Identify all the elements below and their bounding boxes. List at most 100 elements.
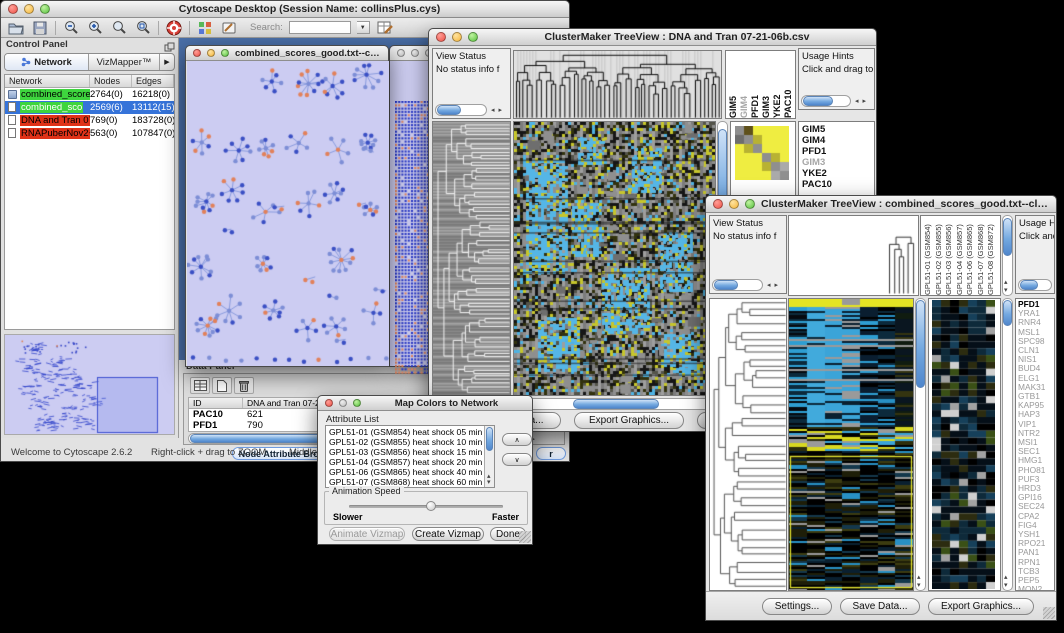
attribute-item[interactable]: GPL51-03 (GSM856) heat shock 15 min: [327, 447, 483, 457]
minimize-button[interactable]: [339, 399, 347, 407]
zoom-out-icon[interactable]: [62, 20, 80, 36]
column-label[interactable]: GPL51-02 (GSM855): [934, 216, 945, 295]
attribute-item[interactable]: GPL51-04 (GSM857) heat shock 20 min: [327, 457, 483, 467]
slider-thumb[interactable]: [426, 501, 436, 511]
tv1-yellow-matrix[interactable]: [735, 126, 789, 180]
close-button[interactable]: [8, 4, 18, 14]
row-label[interactable]: PAC10: [802, 179, 874, 190]
network-row[interactable]: DNA and Tran 07 769(0) 183728(0): [5, 114, 174, 127]
help-lifering-icon[interactable]: [165, 20, 183, 36]
save-data-button[interactable]: Save Data...: [840, 598, 920, 615]
delete-attribute-icon[interactable]: [234, 377, 254, 394]
network-canvas-area[interactable]: [187, 61, 387, 365]
attribute-item[interactable]: GPL51-01 (GSM854) heat shock 05 min: [327, 427, 483, 437]
zoom-button[interactable]: [353, 399, 361, 407]
main-titlebar[interactable]: Cytoscape Desktop (Session Name: collins…: [1, 1, 569, 18]
create-vizmap-button[interactable]: Create Vizmap: [412, 527, 484, 541]
column-label[interactable]: PFD1: [750, 51, 761, 118]
column-label[interactable]: GPL51-07 (GSM868): [976, 216, 987, 295]
animation-speed-slider[interactable]: [349, 505, 503, 508]
dialog-titlebar[interactable]: Map Colors to Network: [318, 396, 532, 411]
column-label[interactable]: GPL51-01 (GSM854): [923, 216, 934, 295]
tv1-column-dendrogram[interactable]: [513, 50, 722, 119]
treeview1-titlebar[interactable]: ClusterMaker TreeView : DNA and Tran 07-…: [429, 29, 876, 46]
network-row[interactable]: combined_sco 2569(6) 13112(15): [5, 101, 174, 114]
attribute-item[interactable]: GPL51-06 (GSM865) heat shock 40 min: [327, 467, 483, 477]
column-label[interactable]: YKE2: [772, 51, 783, 118]
row-label[interactable]: GIM5: [802, 124, 874, 135]
column-label[interactable]: GPL51-06 (GSM865): [965, 216, 976, 295]
treeview2-titlebar[interactable]: ClusterMaker TreeView : combined_scores_…: [706, 196, 1056, 213]
row-label[interactable]: GIM3: [802, 157, 874, 168]
tv2-status-hscrollbar[interactable]: ◂ ▸: [712, 279, 784, 291]
search-input[interactable]: [289, 21, 351, 34]
export-graphics-button[interactable]: Export Graphics...: [928, 598, 1034, 615]
column-label[interactable]: GIM5: [728, 51, 739, 118]
zoom-button[interactable]: [745, 199, 755, 209]
attribute-list-vscrollbar[interactable]: ▴▾: [484, 426, 494, 487]
attribute-item[interactable]: GPL51-02 (GSM855) heat shock 10 min: [327, 437, 483, 447]
birdseye-view[interactable]: [4, 334, 175, 435]
tv2-zoom-heatmap[interactable]: [932, 300, 995, 589]
save-session-icon[interactable]: [31, 20, 49, 36]
row-label[interactable]: PFD1: [802, 146, 874, 157]
network-list-header[interactable]: Network Nodes Edges: [5, 75, 174, 88]
tv2-row-dendrogram[interactable]: [709, 298, 787, 591]
minimize-button[interactable]: [207, 49, 215, 57]
resize-grip[interactable]: [1043, 607, 1055, 619]
zoom-button[interactable]: [468, 32, 478, 42]
network-row[interactable]: RNAPuberNov2+ 563(0) 107847(0): [5, 127, 174, 140]
attribute-editor-icon[interactable]: [376, 20, 394, 36]
annotation-icon[interactable]: [220, 20, 238, 36]
settings-button[interactable]: Settings...: [762, 598, 832, 615]
open-session-icon[interactable]: [7, 20, 25, 36]
tv2-column-dendrogram[interactable]: [788, 215, 919, 296]
tv1-row-dendrogram[interactable]: [432, 121, 511, 396]
tv1-status-hscrollbar[interactable]: ◂ ▸: [435, 104, 508, 116]
close-button[interactable]: [713, 199, 723, 209]
search-dropdown-button[interactable]: ▼: [357, 21, 370, 34]
tv1-heatmap[interactable]: [513, 121, 716, 396]
minimize-button[interactable]: [24, 4, 34, 14]
close-button[interactable]: [397, 49, 405, 57]
window-controls[interactable]: [8, 4, 50, 14]
tv2-zoom-vscrollbar[interactable]: ▴▾: [1002, 298, 1013, 591]
column-label[interactable]: GPL51-04 (GSM857): [955, 216, 966, 295]
zoom-in-icon[interactable]: [86, 20, 104, 36]
tv1-heatmap-hscrollbar[interactable]: [513, 398, 717, 410]
zoom-button[interactable]: [221, 49, 229, 57]
move-down-button[interactable]: ∨: [502, 453, 532, 466]
close-button[interactable]: [325, 399, 333, 407]
column-label[interactable]: GIM3: [761, 51, 772, 118]
tab-overflow-button[interactable]: ▶: [160, 54, 174, 70]
zoom-selected-icon[interactable]: [134, 20, 152, 36]
minimize-button[interactable]: [411, 49, 419, 57]
plugins-icon[interactable]: [196, 20, 214, 36]
tab-vizmapper[interactable]: VizMapper™: [89, 54, 160, 70]
tv2-heatmap-vscrollbar[interactable]: ▴▾: [915, 298, 926, 591]
animate-vizmap-button[interactable]: Animate Vizmap: [329, 527, 405, 541]
tab-network[interactable]: Network: [5, 54, 89, 70]
zoom-fit-icon[interactable]: [110, 20, 128, 36]
export-graphics-button[interactable]: Export Graphics...: [574, 412, 684, 429]
tv2-usage-hscrollbar[interactable]: [1018, 279, 1052, 291]
minimize-button[interactable]: [452, 32, 462, 42]
close-button[interactable]: [193, 49, 201, 57]
minimize-button[interactable]: [729, 199, 739, 209]
tv2-heatmap[interactable]: [788, 298, 914, 591]
zoom-button[interactable]: [40, 4, 50, 14]
attribute-select-icon[interactable]: [190, 377, 210, 394]
column-label[interactable]: GIM4: [739, 51, 750, 118]
close-button[interactable]: [436, 32, 446, 42]
column-label[interactable]: PAC10: [783, 51, 794, 118]
new-attribute-icon[interactable]: [212, 377, 232, 394]
resize-grip[interactable]: [519, 531, 531, 543]
row-label[interactable]: GIM4: [802, 135, 874, 146]
tv2-labels-vscrollbar[interactable]: ▴▾: [1002, 215, 1013, 296]
row-label[interactable]: YKE2: [802, 168, 874, 179]
network-row[interactable]: combined_scores 2764(0) 16218(0): [5, 88, 174, 101]
column-label[interactable]: GPL51-08 (GSM872): [986, 216, 997, 295]
column-label[interactable]: GPL51-03 (GSM856): [944, 216, 955, 295]
network-titlebar[interactable]: combined_scores_good.txt--cluste...: [186, 46, 388, 61]
tv1-usage-hscrollbar[interactable]: ◂ ▸: [801, 95, 872, 107]
